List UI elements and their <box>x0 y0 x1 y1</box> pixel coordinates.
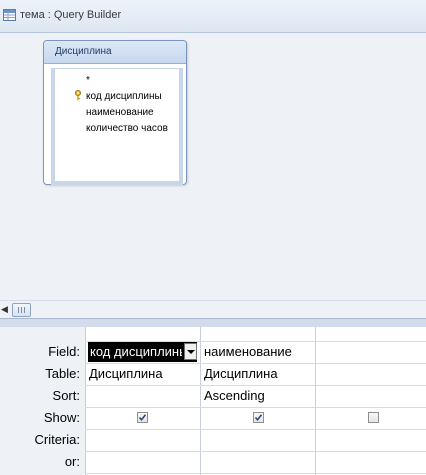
show-checkbox-col3[interactable] <box>368 412 379 423</box>
query-design-grid: Field: Table: Sort: Show: Criteria: or: … <box>0 327 426 475</box>
checkmark-icon <box>138 414 147 422</box>
field-item-all[interactable]: * <box>86 75 90 86</box>
table-box-disciplina[interactable]: Дисциплина * код дисциплины наименование… <box>43 40 187 185</box>
checkmark-icon <box>254 414 263 422</box>
row-label-field: Field: <box>48 344 80 359</box>
window-title: тема : Query Builder <box>20 9 122 21</box>
row-label-criteria: Criteria: <box>34 432 80 447</box>
primary-key-icon <box>75 90 81 101</box>
table-box-title[interactable]: Дисциплина <box>44 41 186 64</box>
scroll-left-arrow-icon[interactable]: ◀ <box>1 304 8 315</box>
field-dropdown-col1[interactable]: код дисциплины <box>88 342 197 362</box>
show-checkbox-col2[interactable] <box>253 412 264 423</box>
field-value-col1[interactable]: код дисциплины <box>90 344 182 359</box>
table-cell-col2[interactable]: Дисциплина <box>204 366 312 381</box>
sort-cell-col2[interactable]: Ascending <box>204 388 312 403</box>
table-cell-col1[interactable]: Дисциплина <box>89 366 197 381</box>
chevron-down-icon <box>187 350 195 354</box>
field-item-kolichestvo-chasov[interactable]: количество часов <box>86 123 168 134</box>
grid-cells: код дисциплины Дисциплина наименование Д… <box>85 327 426 475</box>
field-item-kod-discipliny[interactable]: код дисциплины <box>86 91 162 102</box>
scroll-thumb[interactable] <box>12 303 31 317</box>
row-label-show: Show: <box>43 410 80 425</box>
table-field-list[interactable]: * код дисциплины наименование количество… <box>51 68 183 185</box>
row-label-sort: Sort: <box>52 388 80 403</box>
title-bar: тема : Query Builder <box>0 0 426 33</box>
field-cell-col2[interactable]: наименование <box>204 344 312 359</box>
query-icon <box>3 9 16 21</box>
dropdown-arrow-button[interactable] <box>184 343 197 360</box>
row-label-column: Field: Table: Sort: Show: Criteria: or: <box>0 327 85 475</box>
field-item-naimenovanie[interactable]: наименование <box>86 107 154 118</box>
row-label-or: or: <box>64 454 80 469</box>
table-design-area[interactable]: Дисциплина * код дисциплины наименование… <box>0 33 426 299</box>
row-label-table: Table: <box>45 366 80 381</box>
horizontal-scrollbar[interactable]: ◀ <box>0 300 426 318</box>
show-checkbox-col1[interactable] <box>137 412 148 423</box>
